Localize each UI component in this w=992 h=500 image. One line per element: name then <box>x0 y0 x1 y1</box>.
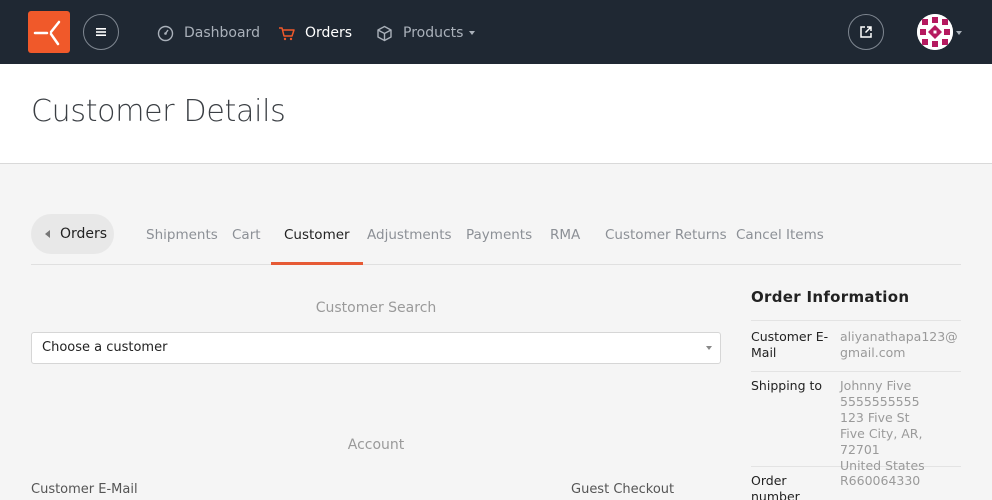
nav-products[interactable]: Products <box>376 22 476 44</box>
dashboard-icon <box>157 25 174 41</box>
order-information-panel: Order Information Customer E-Mail aliyan… <box>751 288 961 500</box>
tab-cancel-items[interactable]: Cancel Items <box>723 214 837 265</box>
back-to-orders-button[interactable]: Orders <box>31 214 114 254</box>
chevron-down-icon <box>469 31 476 35</box>
back-to-orders-label: Orders <box>60 226 108 242</box>
customer-select[interactable]: Choose a customer <box>31 332 721 364</box>
info-value: R660064330 <box>840 473 921 488</box>
info-key: Shipping to <box>751 378 823 393</box>
page-title: Customer Details <box>31 94 286 129</box>
page-header: Customer Details <box>0 64 992 164</box>
top-navbar: Dashboard Orders Products <box>0 0 992 64</box>
user-avatar[interactable] <box>917 14 953 50</box>
order-tabs: Orders Shipments Cart Customer Adjustmen… <box>31 214 961 265</box>
external-link-icon <box>860 26 872 38</box>
nav-products-label: Products <box>403 25 464 41</box>
cart-icon <box>279 26 295 40</box>
open-storefront-button[interactable] <box>848 14 884 50</box>
tab-shipments[interactable]: Shipments <box>133 214 231 265</box>
info-row-email: Customer E-Mail aliyanathapa123@gmail.co… <box>751 321 961 372</box>
tab-cart[interactable]: Cart <box>219 214 274 265</box>
info-row-shipping: Shipping to Johnny Five 5555555555 123 F… <box>751 372 961 473</box>
hamburger-icon <box>96 28 106 36</box>
avatar-pattern-icon <box>917 14 953 50</box>
logo-icon <box>33 20 61 46</box>
info-key: Customer E-Mail <box>751 329 829 360</box>
tab-customer-returns[interactable]: Customer Returns <box>592 214 740 265</box>
tab-payments[interactable]: Payments <box>453 214 545 265</box>
box-icon <box>377 25 392 41</box>
account-heading: Account <box>347 437 405 453</box>
guest-checkout-label: Guest Checkout <box>571 482 675 497</box>
nav-orders[interactable]: Orders <box>278 22 352 44</box>
customer-select-value: Choose a customer <box>42 340 168 355</box>
tab-adjustments[interactable]: Adjustments <box>354 214 465 265</box>
nav-dashboard-label: Dashboard <box>184 25 260 41</box>
info-row-order-number: Order number R660064330 <box>751 467 961 500</box>
info-value: aliyanathapa123@gmail.com <box>840 329 958 360</box>
tab-customer[interactable]: Customer <box>271 214 363 265</box>
customer-search-heading: Customer Search <box>315 300 437 316</box>
chevron-down-icon <box>706 346 712 350</box>
info-value: Johnny Five 5555555555 123 Five St Five … <box>840 378 925 473</box>
info-key: Order number <box>751 473 800 500</box>
nav-dashboard[interactable]: Dashboard <box>157 22 260 44</box>
nav-orders-label: Orders <box>305 25 353 41</box>
chevron-down-icon[interactable] <box>956 31 962 35</box>
tab-rma[interactable]: RMA <box>537 214 593 265</box>
chevron-left-icon <box>45 230 50 238</box>
menu-toggle-button[interactable] <box>83 14 119 50</box>
order-information-title: Order Information <box>751 288 961 321</box>
customer-email-label: Customer E-Mail <box>31 482 138 497</box>
logo[interactable] <box>28 11 70 53</box>
